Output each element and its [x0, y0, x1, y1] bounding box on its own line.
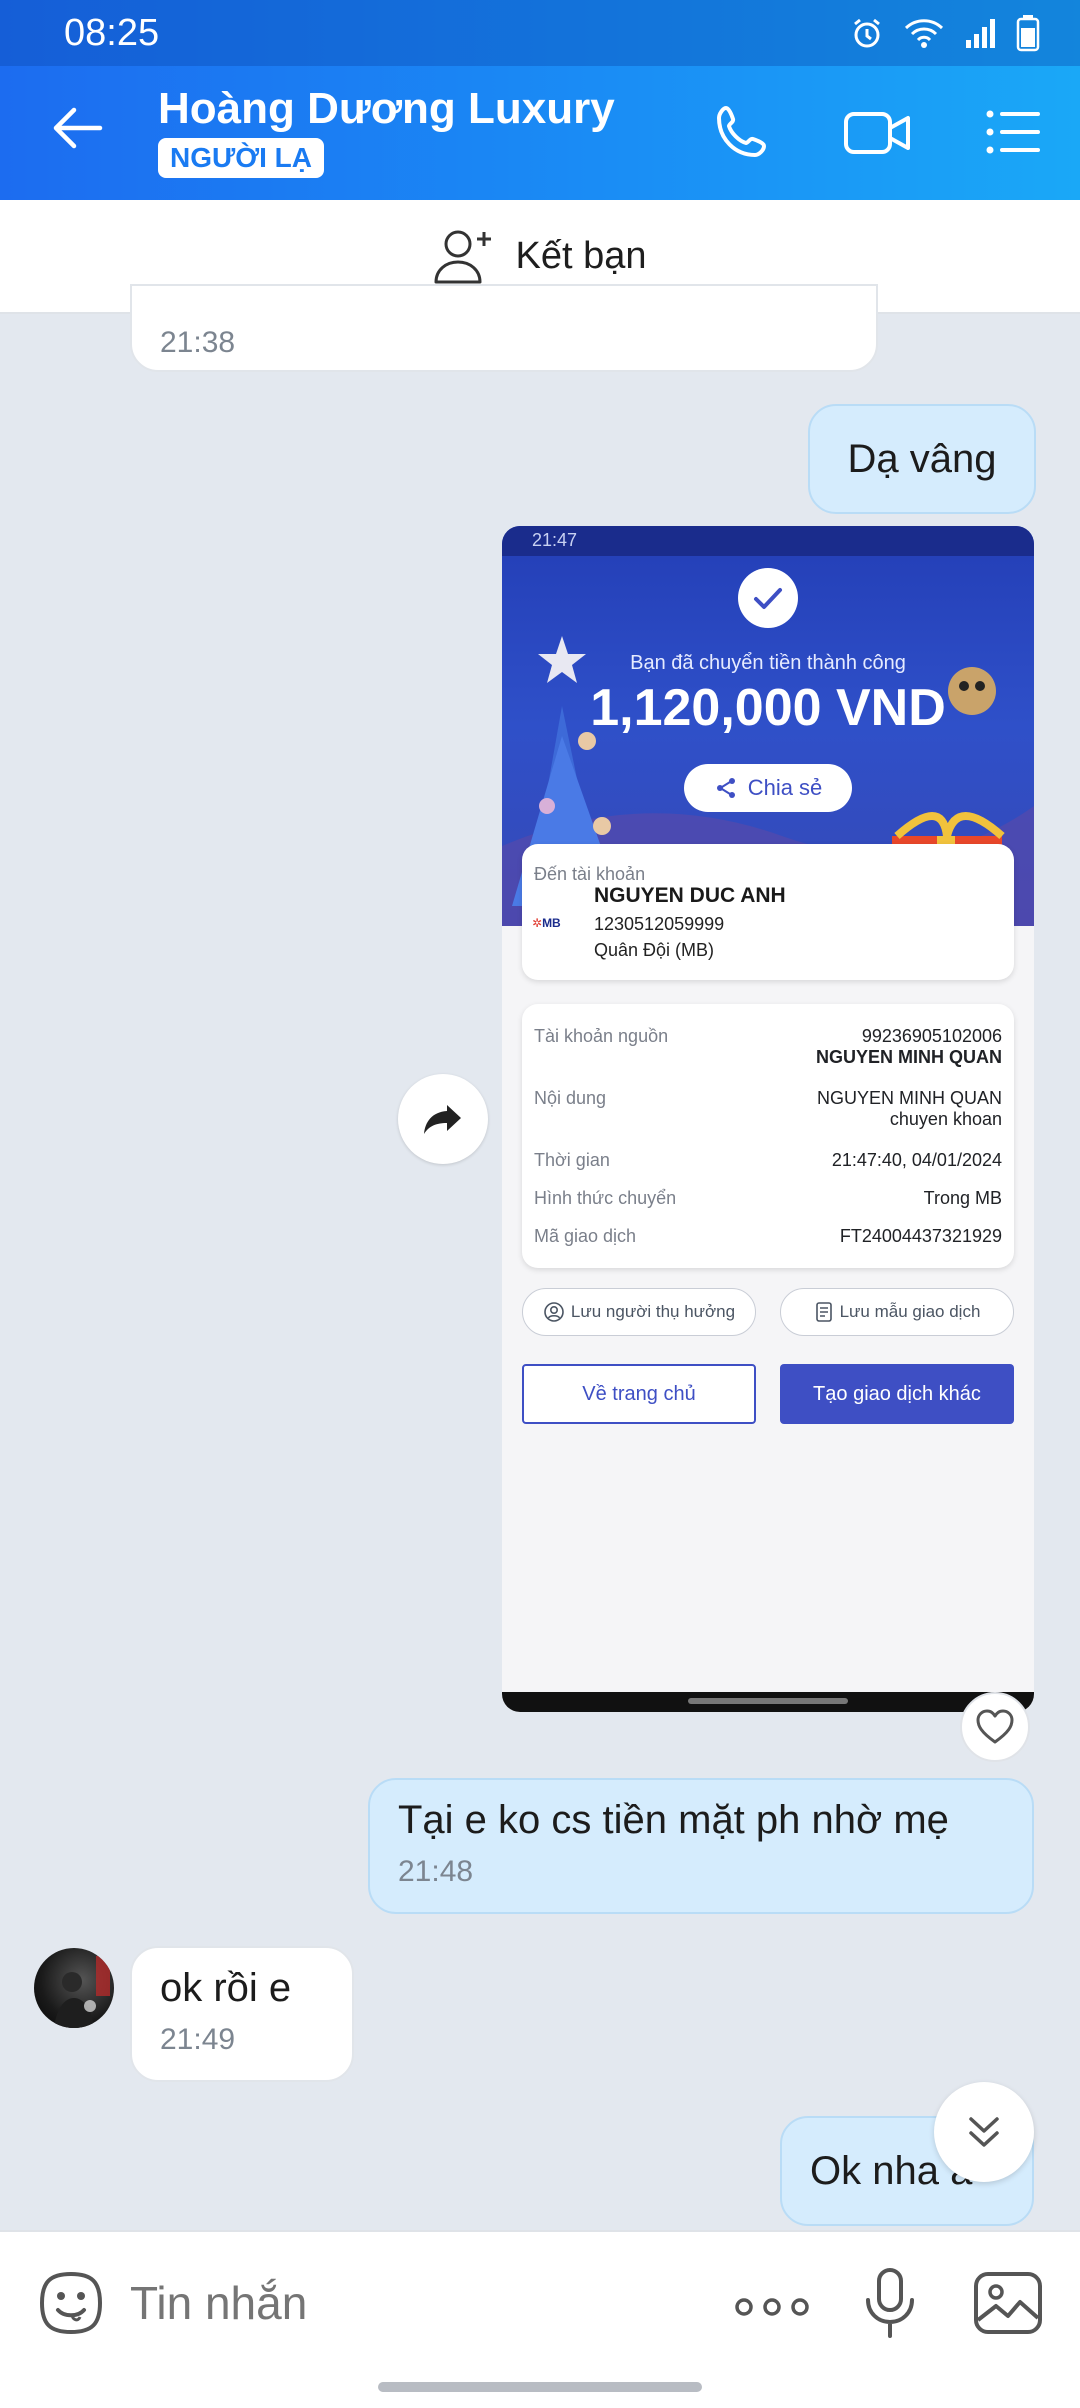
detail-value: 99236905102006: [861, 1026, 1002, 1046]
detail-value: NGUYEN MINH QUAN: [816, 1088, 1002, 1108]
to-account-label: Đến tài khoản: [534, 864, 646, 884]
document-icon: [815, 1302, 832, 1322]
share-label: Chia sẻ: [747, 775, 823, 800]
message-bubble-outgoing[interactable]: Tại e ko cs tiền mặt ph nhờ mẹ 21:48: [368, 1778, 1034, 1914]
sticker-emoji-icon: [39, 2271, 103, 2335]
message-text: Tại e ko cs tiền mặt ph nhờ mẹ: [398, 1798, 949, 1842]
new-transaction-button: Tạo giao dịch khác: [780, 1364, 1014, 1424]
mb-bank-logo-text: MB: [542, 916, 561, 930]
image-message-transfer-receipt[interactable]: 21:47 Bạn đã chuyển tiền thành công 1,12…: [502, 526, 1034, 1712]
video-camera-icon: [844, 112, 910, 154]
user-circle-icon: [544, 1302, 564, 1322]
detail-label: Tài khoản nguồn: [534, 1026, 669, 1046]
sticker-button[interactable]: [36, 2268, 106, 2343]
receipt-status-time: 21:47: [532, 530, 578, 550]
save-template-pill: Lưu mẫu giao dịch: [780, 1288, 1014, 1336]
status-bar: 08:25: [0, 0, 1080, 66]
transfer-success-title: Bạn đã chuyển tiền thành công: [630, 652, 906, 674]
back-button[interactable]: [46, 96, 110, 160]
avatar[interactable]: [34, 1948, 114, 2028]
detail-value-secondary: chuyen khoan: [889, 1109, 1002, 1129]
image-gallery-icon: [974, 2272, 1042, 2334]
save-beneficiary-label: Lưu người thụ hưởng: [570, 1302, 736, 1321]
share-forward-icon: [424, 1105, 461, 1134]
message-text: Dạ vâng: [847, 436, 997, 481]
forward-button[interactable]: [398, 1074, 488, 1164]
react-heart-button[interactable]: [960, 1692, 1030, 1762]
message-bubble-incoming[interactable]: 21:38: [130, 284, 878, 372]
phone-icon: [717, 106, 766, 157]
share-button: Chia sẻ: [684, 764, 852, 812]
save-beneficiary-pill: Lưu người thụ hưởng: [522, 1288, 756, 1336]
signal-icon: [964, 16, 998, 55]
mb-bank-logo: ✲MB: [532, 916, 561, 930]
home-button: Về trang chủ: [522, 1364, 756, 1424]
transfer-amount: 1,120,000 VND: [590, 679, 946, 737]
message-bubble-incoming[interactable]: ok rồi e 21:49: [130, 1946, 354, 2082]
add-friend-label: Kết bạn: [515, 234, 647, 277]
wifi-icon: [902, 16, 946, 55]
detail-row: Hình thức chuyển Trong MB: [534, 1188, 1002, 1209]
message-text: ok rồi e: [160, 1966, 292, 2010]
detail-row: Nội dung NGUYEN MINH QUAN chuyen khoan: [534, 1088, 1002, 1130]
title-row: Hoàng Dương Luxury NGƯỜI LẠ: [0, 66, 1080, 200]
detail-value: Trong MB: [923, 1188, 1002, 1208]
message-bubble-outgoing[interactable]: Dạ vâng: [808, 404, 1036, 514]
voice-record-button[interactable]: [860, 2266, 920, 2345]
stranger-badge: NGƯỜI LẠ: [158, 138, 324, 178]
alarm-icon: [850, 16, 884, 55]
detail-row: Thời gian 21:47:40, 04/01/2024: [534, 1150, 1002, 1171]
status-icons: [850, 14, 1040, 57]
share-icon: [716, 778, 735, 798]
home-indicator: [378, 2382, 702, 2392]
double-chevron-down-icon: [969, 2117, 999, 2147]
chat-header: 08:25 Hoàng Dương Luxury NGƯỜI LẠ: [0, 0, 1080, 200]
recipient-name: NGUYEN DUC ANH: [594, 884, 786, 907]
recipient-card: Đến tài khoản ✲MB NGUYEN DUC ANH 1230512…: [522, 844, 1014, 980]
chat-title[interactable]: Hoàng Dương Luxury: [158, 84, 615, 134]
add-friend-icon: [434, 230, 491, 284]
options-menu-button[interactable]: [980, 100, 1050, 160]
message-time: 21:49: [160, 2023, 236, 2056]
receipt-nav-bar: [502, 1692, 1034, 1712]
more-dots-icon: [735, 2298, 809, 2316]
detail-label: Mã giao dịch: [534, 1226, 637, 1246]
transaction-details-card: Tài khoản nguồn 99236905102006 NGUYEN MIN…: [522, 1004, 1014, 1268]
more-options-button[interactable]: [734, 2292, 810, 2327]
detail-row: Tài khoản nguồn 99236905102006 NGUYEN MIN…: [534, 1026, 1002, 1068]
detail-label: Thời gian: [534, 1150, 610, 1170]
detail-value: FT24004437321929: [839, 1226, 1002, 1246]
recipient-account: 1230512059999: [594, 914, 725, 934]
microphone-icon: [866, 2268, 914, 2338]
message-time: 21:38: [160, 326, 236, 359]
recipient-bank: Quân Đội (MB): [594, 940, 715, 960]
message-input[interactable]: [130, 2276, 690, 2330]
status-time: 08:25: [64, 12, 160, 54]
list-menu-icon: [986, 110, 1040, 154]
detail-label: Hình thức chuyển: [534, 1188, 677, 1208]
heart-icon: [976, 1709, 1014, 1744]
battery-icon: [1016, 14, 1040, 57]
video-call-button[interactable]: [842, 100, 912, 160]
voice-call-button[interactable]: [710, 100, 780, 160]
save-template-label: Lưu mẫu giao dịch: [839, 1302, 981, 1321]
detail-value-secondary: NGUYEN MINH QUAN: [815, 1047, 1002, 1067]
detail-value: 21:47:40, 04/01/2024: [831, 1150, 1002, 1170]
receipt-status-bar: 21:47: [502, 526, 1034, 556]
detail-row: Mã giao dịch FT24004437321929: [534, 1226, 1002, 1247]
message-time: 21:48: [398, 1855, 474, 1888]
arrow-left-icon: [53, 107, 103, 149]
gallery-button[interactable]: [972, 2268, 1044, 2343]
detail-label: Nội dung: [534, 1088, 607, 1108]
check-circle-icon: [738, 568, 798, 628]
scroll-to-bottom-button[interactable]: [934, 2082, 1034, 2182]
